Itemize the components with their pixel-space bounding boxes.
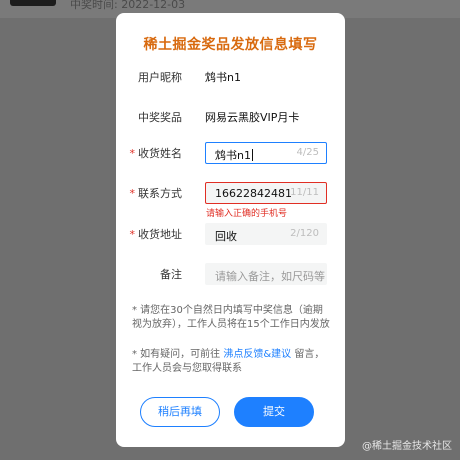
- prize-label: 中奖奖品: [138, 111, 182, 124]
- receiver-name-counter: 4/25: [296, 147, 319, 158]
- fill-later-button[interactable]: 稍后再填: [140, 397, 220, 427]
- address-counter: 2/120: [290, 228, 319, 239]
- prize-value: 网易云黑胶VIP月卡: [205, 111, 300, 124]
- contact-row: * 联系方式 16622842481 11/11 请输入正确的手机号: [116, 182, 345, 219]
- remark-row: 备注 请输入备注，如尺码等: [116, 263, 345, 285]
- prize-info-dialog: 稀土掘金奖品发放信息填写 用户昵称 鸩书n1 中奖奖品 网易云黑胶VIP月卡 *…: [116, 13, 345, 447]
- nickname-label: 用户昵称: [138, 71, 182, 84]
- contact-input[interactable]: 16622842481 11/11: [205, 182, 327, 204]
- remark-label: 备注: [160, 268, 182, 281]
- background-date: 中奖时间: 2022-12-03: [70, 0, 186, 11]
- watermark: @稀土掘金技术社区: [362, 441, 452, 452]
- prize-row: 中奖奖品 网易云黑胶VIP月卡: [116, 106, 345, 128]
- nickname-row: 用户昵称 鸩书n1: [116, 66, 345, 88]
- submit-button[interactable]: 提交: [234, 397, 314, 427]
- background-thumbnail: [10, 0, 56, 6]
- feedback-link[interactable]: 沸点反馈&建议: [223, 349, 291, 360]
- help-note: * 如有疑问，可前往 沸点反馈&建议 留言，工作人员会与您取得联系: [132, 349, 325, 374]
- required-mark: *: [129, 147, 136, 160]
- text-caret: [251, 149, 253, 161]
- address-row: * 收货地址 回收 2/120: [116, 223, 345, 245]
- contact-error-message: 请输入正确的手机号: [206, 209, 288, 219]
- receiver-name-label: * 收货姓名: [129, 147, 183, 160]
- required-mark: *: [129, 228, 136, 241]
- required-mark: *: [129, 187, 136, 200]
- address-input[interactable]: 回收 2/120: [205, 223, 327, 245]
- contact-counter: 11/11: [290, 187, 319, 198]
- address-label: * 收货地址: [129, 228, 183, 241]
- nickname-value: 鸩书n1: [205, 71, 241, 84]
- deadline-note: * 请您在30个自然日内填写中奖信息（逾期视为放弃），工作人员将在15个工作日内…: [132, 305, 330, 330]
- receiver-name-row: * 收货姓名 鸩书n1 4/25: [116, 142, 345, 164]
- remark-input[interactable]: 请输入备注，如尺码等: [205, 263, 327, 285]
- contact-label: * 联系方式: [129, 187, 183, 200]
- dialog-title: 稀土掘金奖品发放信息填写: [143, 37, 318, 53]
- receiver-name-input[interactable]: 鸩书n1 4/25: [205, 142, 327, 164]
